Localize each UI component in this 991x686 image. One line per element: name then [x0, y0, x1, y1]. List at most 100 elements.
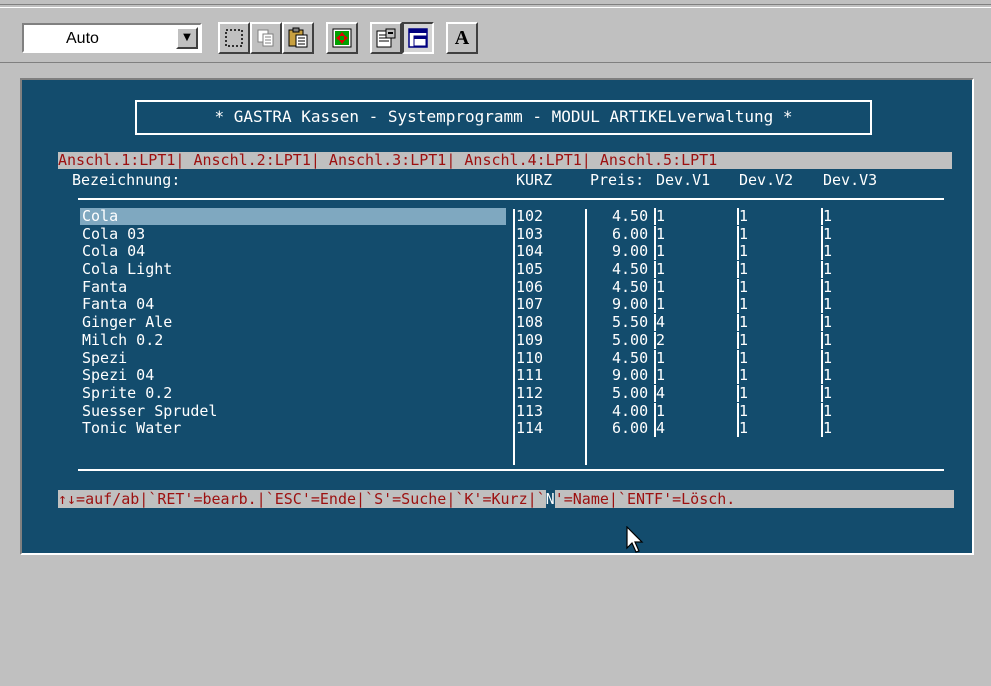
article-dev3: 1 — [823, 366, 833, 385]
article-dev3: 1 — [823, 260, 833, 279]
article-dev1: 1 — [656, 366, 666, 385]
dev-separator — [654, 384, 656, 402]
article-dev1: 1 — [656, 295, 666, 314]
dev-separator — [737, 331, 739, 349]
article-dev2: 1 — [739, 401, 749, 420]
article-name: Sprite 0.2 — [82, 383, 173, 402]
dev-separator — [654, 296, 656, 314]
article-dev2: 1 — [739, 277, 749, 296]
article-preis: 4.50 — [612, 277, 649, 296]
article-dev1: 4 — [656, 383, 666, 402]
header-dev3: Dev.V3 — [823, 171, 878, 189]
font-size-select[interactable]: Auto ▼ — [22, 23, 202, 53]
article-row[interactable]: Suesser Sprudel 113 4.00 1 1 1 — [58, 401, 958, 421]
toolbar-divider — [0, 4, 991, 8]
dev-separator — [654, 278, 656, 296]
article-kurz: 108 — [516, 313, 544, 332]
fullscreen-icon — [332, 28, 352, 48]
article-row[interactable]: Cola 102 4.50 1 1 1 — [58, 208, 958, 226]
article-dev1: 1 — [656, 242, 666, 261]
dev-separator — [654, 331, 656, 349]
article-row[interactable]: Spezi 04 111 9.00 1 1 1 — [58, 367, 958, 385]
dev-separator — [737, 261, 739, 279]
article-row[interactable]: Milch 0.2 109 5.00 2 1 1 — [58, 330, 958, 350]
article-name: Cola Light — [82, 260, 173, 279]
article-dev2: 1 — [739, 419, 749, 438]
article-dev2: 1 — [739, 207, 749, 225]
article-kurz: 112 — [516, 383, 544, 402]
paste-button[interactable] — [282, 22, 314, 54]
dev-separator — [821, 243, 823, 261]
article-dev2: 1 — [739, 224, 749, 243]
dev-separator — [654, 261, 656, 279]
article-dev1: 4 — [656, 313, 666, 332]
article-name: Milch 0.2 — [82, 330, 164, 349]
mark-button[interactable] — [218, 22, 250, 54]
article-dev2: 1 — [739, 330, 749, 349]
article-kurz: 111 — [516, 366, 544, 385]
dev-separator — [737, 384, 739, 402]
status-part2: '=Name|`ENTF'=Lösch. — [554, 490, 736, 508]
article-row[interactable]: Spezi 110 4.50 1 1 1 — [58, 348, 958, 368]
article-dev3: 1 — [823, 224, 833, 243]
article-row[interactable]: Cola 04 104 9.00 1 1 1 — [58, 243, 958, 261]
article-kurz: 102 — [516, 207, 544, 225]
dev-separator — [821, 296, 823, 314]
console-toolbar: Auto ▼ A — [0, 0, 991, 63]
article-preis: 4.50 — [612, 260, 649, 279]
background-button[interactable] — [402, 22, 434, 54]
status-hotkey-highlight: N — [545, 490, 555, 508]
article-dev1: 1 — [656, 224, 666, 243]
dev-separator — [654, 349, 656, 367]
chevron-down-icon[interactable]: ▼ — [176, 27, 198, 49]
properties-button[interactable] — [370, 22, 402, 54]
article-row[interactable]: Fanta 106 4.50 1 1 1 — [58, 277, 958, 297]
mouse-pointer-icon — [626, 526, 644, 553]
dev-separator — [654, 420, 656, 438]
article-preis: 9.00 — [612, 366, 649, 385]
article-preis: 6.00 — [612, 419, 649, 438]
article-row[interactable]: Cola 03 103 6.00 1 1 1 — [58, 224, 958, 244]
article-row[interactable]: Cola Light 105 4.50 1 1 1 — [58, 261, 958, 279]
article-row[interactable]: Tonic Water 114 6.00 4 1 1 — [58, 420, 958, 438]
dev-separator — [737, 349, 739, 367]
article-preis: 4.00 — [612, 401, 649, 420]
article-dev2: 1 — [739, 366, 749, 385]
font-button[interactable]: A — [446, 22, 478, 54]
dev-separator — [821, 402, 823, 420]
article-dev2: 1 — [739, 295, 749, 314]
article-name: Fanta — [82, 277, 128, 296]
dev-separator — [737, 225, 739, 243]
article-preis: 9.00 — [612, 295, 649, 314]
article-preis: 5.00 — [612, 383, 649, 402]
header-divider — [78, 198, 944, 200]
header-preis: Preis: — [590, 171, 645, 189]
dev-separator — [821, 314, 823, 332]
article-dev3: 1 — [823, 383, 833, 402]
article-kurz: 110 — [516, 348, 544, 367]
article-row[interactable]: Sprite 0.2 112 5.00 4 1 1 — [58, 383, 958, 403]
fullscreen-button[interactable] — [326, 22, 358, 54]
dos-console-window[interactable]: * GASTRA Kassen - Systemprogramm - MODUL… — [20, 78, 974, 555]
dev-separator — [821, 420, 823, 438]
paste-icon — [288, 27, 308, 48]
article-name: Suesser Sprudel — [82, 401, 218, 420]
article-dev1: 1 — [656, 277, 666, 296]
dev-separator — [737, 402, 739, 420]
article-dev3: 1 — [823, 295, 833, 314]
article-dev1: 1 — [656, 401, 666, 420]
article-dev1: 1 — [656, 260, 666, 279]
dev-separator — [654, 243, 656, 261]
article-kurz: 103 — [516, 224, 544, 243]
article-dev3: 1 — [823, 330, 833, 349]
dev-separator — [821, 349, 823, 367]
column-headers: Bezeichnung: KURZ Preis: Dev.V1 Dev.V2 D… — [58, 170, 958, 190]
article-row[interactable]: Ginger Ale 108 5.50 4 1 1 — [58, 314, 958, 332]
dev-separator — [737, 420, 739, 438]
copy-button[interactable] — [250, 22, 282, 54]
article-row[interactable]: Fanta 04 107 9.00 1 1 1 — [58, 296, 958, 314]
article-preis: 5.50 — [612, 313, 649, 332]
article-dev3: 1 — [823, 277, 833, 296]
article-kurz: 106 — [516, 277, 544, 296]
article-name: Ginger Ale — [82, 313, 173, 332]
